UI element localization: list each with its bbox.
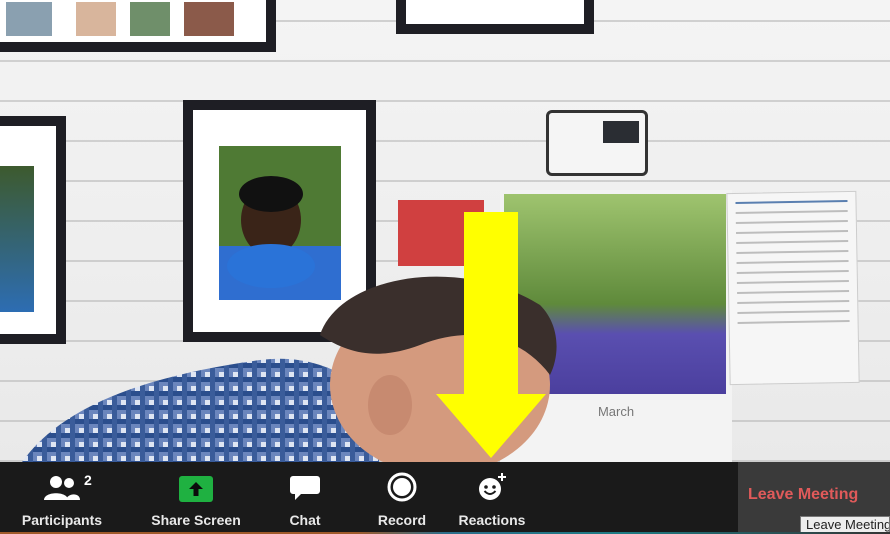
thermostat [546, 110, 648, 176]
share-screen-icon [179, 476, 213, 502]
picture-frame [396, 0, 594, 34]
meeting-toolbar: Participants 2 Share Screen Chat Record [0, 462, 890, 534]
participants-count: 2 [84, 472, 92, 488]
reactions-label: Reactions [458, 512, 526, 528]
share-screen-label: Share Screen [151, 512, 241, 528]
notice-paper [726, 190, 860, 386]
picture-frame [0, 0, 276, 52]
chat-button[interactable]: Chat [282, 462, 328, 534]
participants-icon [44, 476, 80, 500]
chat-icon [290, 476, 320, 500]
video-feed: March [0, 0, 890, 462]
reactions-button[interactable]: Reactions [456, 462, 528, 534]
reactions-icon [479, 473, 506, 500]
leave-meeting-button[interactable]: Leave Meeting [748, 486, 858, 504]
share-screen-button[interactable]: Share Screen [148, 462, 244, 534]
participants-label: Participants [21, 512, 103, 528]
chat-label: Chat [289, 512, 321, 528]
record-button[interactable]: Record [372, 462, 432, 534]
participants-button[interactable]: Participants [18, 462, 106, 534]
record-label: Record [377, 512, 427, 528]
yellow-arrow [436, 212, 546, 458]
record-icon [387, 472, 417, 502]
